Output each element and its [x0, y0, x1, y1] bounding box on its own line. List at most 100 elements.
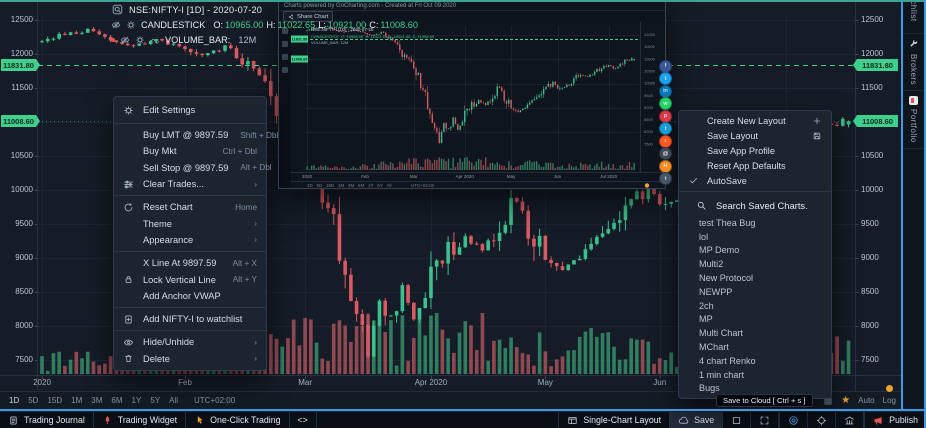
taskbar-label: Save: [694, 415, 714, 425]
layout-item-save-app-profile[interactable]: Save App Profile: [679, 144, 831, 159]
saved-chart-mp-demo[interactable]: MP Demo: [679, 244, 831, 258]
taskbar-camera-button[interactable]: [779, 412, 807, 428]
menu-item-delete[interactable]: Delete›: [114, 351, 266, 367]
share-email-icon[interactable]: @: [659, 147, 672, 160]
menu-item-edit-settings[interactable]: Edit Settings: [114, 100, 266, 120]
menu-item-label: Clear Trades...: [143, 179, 242, 189]
chart-focus-border-bottom: [0, 409, 926, 411]
volume-settings-icon[interactable]: [135, 35, 145, 45]
saved-chart-mp[interactable]: MP: [679, 313, 831, 327]
share-linkedin-icon[interactable]: in: [659, 85, 672, 98]
saved-chart-label: 4 chart Renko: [699, 356, 822, 366]
range-all[interactable]: All: [169, 396, 178, 405]
saved-chart-mchart[interactable]: MChart: [679, 340, 831, 354]
menu-item-hide-unhide[interactable]: Hide/Unhide›: [114, 334, 266, 350]
taskbar-trading-journal[interactable]: Trading Journal: [0, 412, 94, 428]
hide-study-icon[interactable]: [111, 20, 121, 30]
taskbar-target-button[interactable]: [807, 412, 835, 428]
taskbar-one-click-trading[interactable]: One-Click Trading: [186, 412, 289, 428]
range-6m[interactable]: 6M: [111, 396, 122, 405]
layout-item-create-new-layout[interactable]: Create New Layout: [679, 114, 831, 129]
menu-item-shortcut: ›: [254, 338, 257, 347]
menu-item-theme[interactable]: Theme›: [114, 215, 266, 231]
sidebar-tab-label: Watchlist: [909, 2, 918, 22]
menu-item-reset-chart[interactable]: Reset ChartHome: [114, 199, 266, 215]
saved-chart-multi2[interactable]: Multi2: [679, 257, 831, 271]
menu-item-buy-mkt[interactable]: Buy MktCtrl + Dbl: [114, 143, 266, 159]
timezone-button[interactable]: UTC+02:00: [194, 396, 235, 405]
hide-volume-icon[interactable]: [120, 35, 130, 45]
saved-chart-lol[interactable]: lol: [679, 230, 831, 244]
taskbar-publish[interactable]: Publish: [864, 412, 926, 428]
taskbar-trading-widget[interactable]: Trading Widget: [94, 412, 186, 428]
menu-item-add-nifty-i-to-watchlist[interactable]: Add NIFTY-I to watchlist: [114, 311, 266, 327]
search-saved-charts-input[interactable]: Search Saved Charts.: [679, 195, 831, 216]
share-whatsapp-icon[interactable]: w: [659, 97, 672, 110]
share-twitter-icon[interactable]: t: [659, 72, 672, 85]
saved-chart-new-protocol[interactable]: New Protocol: [679, 271, 831, 285]
menu-item-label: Buy LMT @ 9897.59: [143, 130, 228, 140]
popup-tool-icon[interactable]: [282, 54, 288, 60]
share-tumblr-icon[interactable]: t: [659, 172, 672, 185]
share-telegram-icon[interactable]: t: [659, 122, 672, 135]
menu-item-label: Buy Mkt: [143, 146, 211, 156]
menu-item-clear-trades[interactable]: Clear Trades... ›: [114, 176, 266, 192]
share-facebook-icon[interactable]: f: [659, 60, 672, 73]
menu-item-sell-stop-9897-59[interactable]: Sell Stop @ 9897.59Alt + Dbl: [114, 160, 266, 176]
taskbar-[interactable]: <>: [290, 412, 317, 428]
range-5d[interactable]: 5D: [28, 396, 38, 405]
range-15d[interactable]: 15D: [47, 396, 62, 405]
status-dot: [886, 385, 893, 392]
symbol-search-icon[interactable]: [111, 3, 124, 16]
saved-chart-newpp[interactable]: NEWPP: [679, 285, 831, 299]
sidebar-tab-watchlist[interactable]: Watchlist: [903, 2, 924, 34]
layout-item-save-layout[interactable]: Save Layout: [679, 129, 831, 144]
layout-item-label: Create New Layout: [707, 116, 812, 126]
reset-icon: [123, 202, 134, 213]
range-3m[interactable]: 3M: [91, 396, 102, 405]
taskbar-expand-button[interactable]: [750, 412, 778, 428]
saved-chart-2ch[interactable]: 2ch: [679, 299, 831, 313]
right-sidebar: Watchlist BrokersPortfolio: [903, 2, 924, 409]
menu-separator: [114, 251, 266, 252]
range-1m[interactable]: 1M: [71, 396, 82, 405]
menu-item-add-anchor-vwap[interactable]: Add Anchor VWAP: [114, 288, 266, 304]
taskbar-single-chart-layout[interactable]: Single-Chart Layout: [558, 412, 669, 428]
saved-chart-label: Bugs: [699, 383, 822, 393]
study-settings-icon[interactable]: [126, 20, 136, 30]
search-placeholder: Search Saved Charts.: [716, 200, 808, 211]
volume-value: 12M: [238, 35, 256, 45]
saved-chart-label: Multi2: [699, 259, 822, 269]
layout-item-autosave[interactable]: AutoSave: [679, 173, 831, 188]
range-1d[interactable]: 1D: [9, 396, 19, 405]
top-accent-line: [0, 0, 926, 2]
range-1y[interactable]: 1Y: [132, 396, 142, 405]
menu-item-lock-vertical-line[interactable]: Lock Vertical LineAlt + Y: [114, 271, 266, 287]
log-scale-toggle[interactable]: Log: [883, 396, 896, 405]
menu-item-buy-lmt-9897-59[interactable]: Buy LMT @ 9897.59Shift + Dbl: [114, 127, 266, 143]
popup-tool-icon[interactable]: [282, 67, 288, 73]
share-reddit-icon[interactable]: r: [659, 135, 672, 148]
saved-chart-label: MP: [699, 314, 822, 324]
share-hackernews-icon[interactable]: H: [659, 160, 672, 173]
menu-item-appearance[interactable]: Appearance›: [114, 232, 266, 248]
saved-chart-multi-chart[interactable]: Multi Chart: [679, 326, 831, 340]
range-5y[interactable]: 5Y: [150, 396, 160, 405]
saved-chart-test-thea-bug[interactable]: test Thea Bug: [679, 216, 831, 230]
sidebar-tab-brokers[interactable]: Brokers: [903, 34, 924, 91]
saved-chart-4-chart-renko[interactable]: 4 chart Renko: [679, 354, 831, 368]
saved-chart-1-min-chart[interactable]: 1 min chart: [679, 368, 831, 382]
favorite-star-icon[interactable]: ★: [841, 396, 850, 406]
menu-item-shortcut: ›: [254, 180, 257, 189]
sidebar-tab-portfolio[interactable]: Portfolio: [903, 91, 924, 149]
taskbar-bank-button[interactable]: [835, 412, 863, 428]
layout-item-reset-app-defaults[interactable]: Reset App Defaults: [679, 158, 831, 173]
taskbar-save[interactable]: Save: [669, 412, 722, 428]
taskbar-square-button[interactable]: [722, 412, 750, 428]
doc-icon: [8, 415, 19, 426]
menu-item-x-line-at-9897-59[interactable]: X Line At 9897.59Alt + X: [114, 255, 266, 271]
chart-legend: NSE:NIFTY-I [1D] - 2020-07-20 CANDLESTIC…: [111, 2, 418, 47]
share-pinterest-icon[interactable]: p: [659, 110, 672, 123]
auto-scale-toggle[interactable]: Auto: [858, 396, 874, 405]
window-icon: [567, 415, 578, 426]
